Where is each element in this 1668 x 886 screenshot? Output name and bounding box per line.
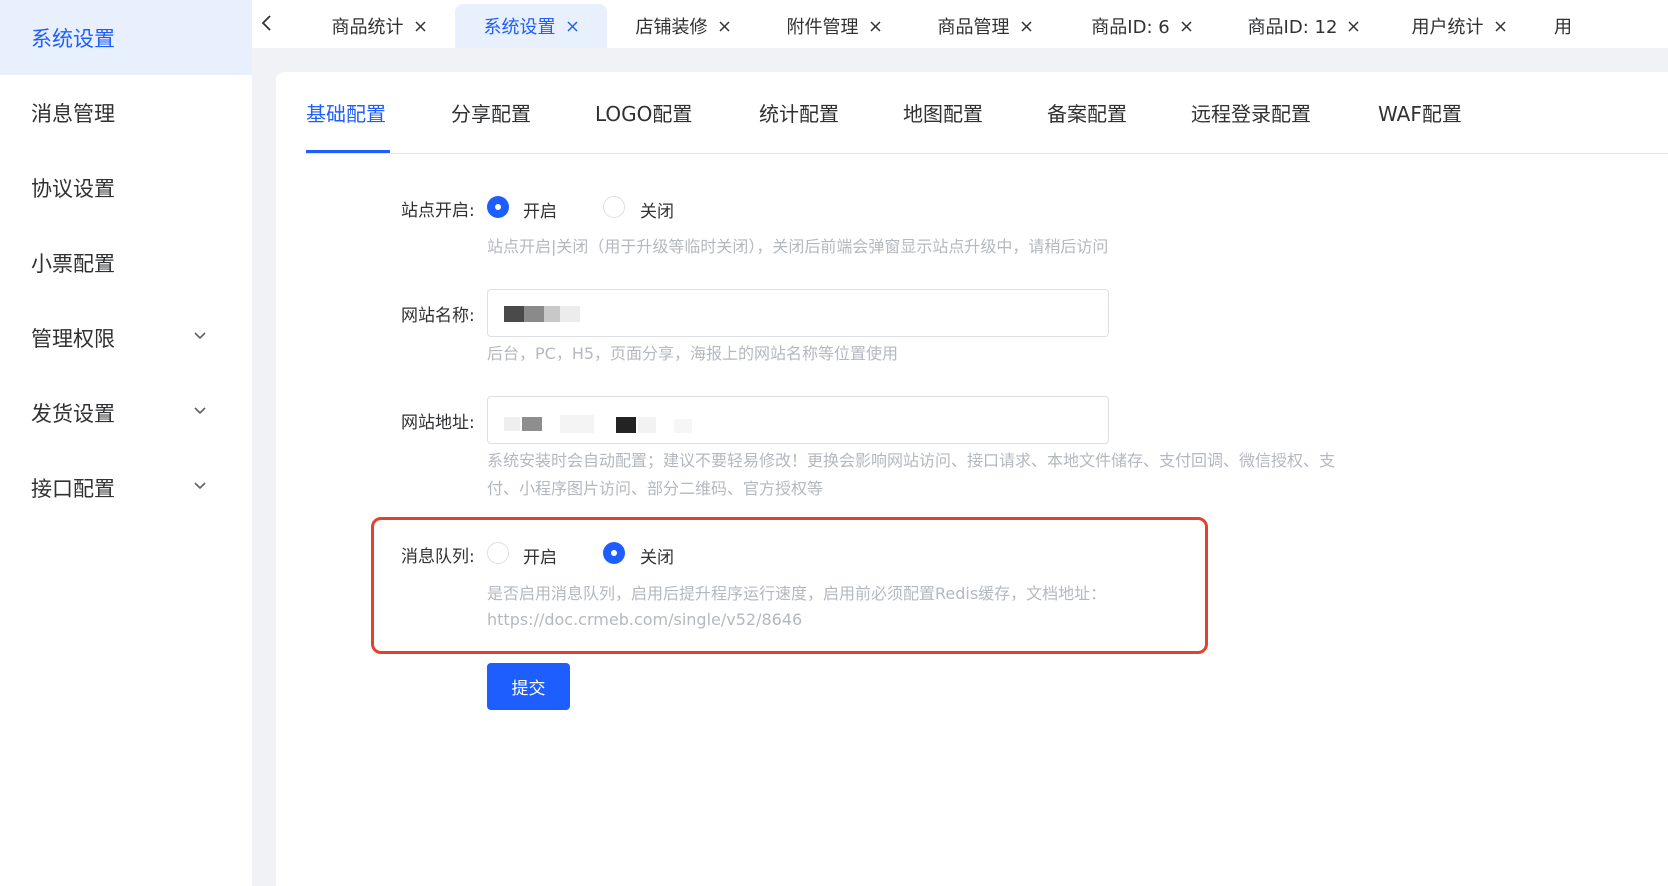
subtab-waf-config[interactable]: WAF配置 [1378,98,1462,138]
redacted-text [616,417,636,433]
chevron-down-icon [194,332,206,340]
site-url-label: 网站地址: [401,413,475,433]
redacted-text [504,306,524,322]
tab-label: 商品ID: 12 [1247,17,1338,38]
close-icon[interactable] [414,20,427,33]
redacted-text [560,415,594,433]
sidebar-item-label: 发货设置 [31,401,115,426]
site-name-label: 网站名称: [401,306,475,326]
subtab-icp-config[interactable]: 备案配置 [1047,98,1127,138]
tab-product-id-12[interactable]: 商品ID: 12 [1228,4,1380,48]
site-name-input[interactable] [487,289,1109,337]
sidebar-item-receipt-config[interactable]: 小票配置 [0,225,252,300]
message-queue-off-text[interactable]: 关闭 [640,543,674,568]
message-queue-label: 消息队列: [401,547,475,567]
redacted-text [524,306,544,322]
redacted-text [560,306,580,322]
message-queue-on-radio[interactable] [487,542,509,564]
tab-system-settings[interactable]: 系统设置 [455,4,607,48]
subtab-basic-config[interactable]: 基础配置 [306,98,386,138]
site-open-off-radio[interactable] [603,196,625,218]
site-open-hint: 站点开启|关闭（用于升级等临时关闭），关闭后前端会弹窗显示站点升级中，请稍后访问 [487,237,1109,256]
tab-label: 系统设置 [483,17,556,38]
tab-partial[interactable]: 用 [1554,4,1584,48]
site-open-off-text[interactable]: 关闭 [640,197,674,222]
tab-user-stats[interactable]: 用户统计 [1390,4,1528,48]
submit-button[interactable]: 提交 [487,663,570,710]
tab-label: 用 [1554,17,1572,38]
sidebar-item-api-config[interactable]: 接口配置 [0,450,252,525]
tab-label: 附件管理 [786,17,859,38]
subtab-map-config[interactable]: 地图配置 [903,98,983,138]
close-icon[interactable] [869,20,882,33]
tab-bar: 商品统计 系统设置 店铺装修 附件管理 商品管理 商品ID: 6 商品ID: 1… [252,0,1668,48]
sidebar-item-system-settings[interactable]: 系统设置 [0,0,252,75]
tab-label: 店铺装修 [635,17,708,38]
tab-attachment-management[interactable]: 附件管理 [765,4,903,48]
tab-label: 商品管理 [937,17,1010,38]
subtab-stats-config[interactable]: 统计配置 [759,98,839,138]
site-open-label: 站点开启: [401,201,475,221]
message-queue-hint-line1: 是否启用消息队列，启用后提升程序运行速度，启用前必须配置Redis缓存，文档地址… [487,584,1107,603]
close-icon[interactable] [718,20,731,33]
close-icon[interactable] [1180,20,1193,33]
close-icon[interactable] [1020,20,1033,33]
message-queue-on-text[interactable]: 开启 [523,543,557,568]
tab-divider [306,153,1668,154]
close-icon[interactable] [1347,20,1360,33]
redacted-text [638,417,656,433]
sidebar: 系统设置 消息管理 协议设置 小票配置 管理权限 发货设置 接口配置 [0,0,252,886]
tab-label: 商品ID: 6 [1091,17,1170,38]
redacted-text [522,417,542,431]
subtab-remote-login-config[interactable]: 远程登录配置 [1191,98,1311,138]
tab-store-decoration[interactable]: 店铺装修 [614,4,752,48]
subtab-logo-config[interactable]: LOGO配置 [595,98,692,138]
tab-product-management[interactable]: 商品管理 [916,4,1054,48]
sidebar-item-message-management[interactable]: 消息管理 [0,75,252,150]
sidebar-item-permissions[interactable]: 管理权限 [0,300,252,375]
sidebar-item-agreement-settings[interactable]: 协议设置 [0,150,252,225]
redacted-text [674,419,692,433]
message-queue-doc-link[interactable]: https://doc.crmeb.com/single/v52/8646 [487,606,802,633]
tab-label: 用户统计 [1411,17,1484,38]
close-icon[interactable] [1494,20,1507,33]
site-url-hint-line1: 系统安装时会自动配置；建议不要轻易修改！更换会影响网站访问、接口请求、本地文件储… [487,451,1336,470]
settings-card [276,72,1668,886]
site-open-on-radio[interactable] [487,196,509,218]
tab-product-id-6[interactable]: 商品ID: 6 [1070,4,1214,48]
sidebar-item-label: 系统设置 [31,26,115,51]
site-open-on-text[interactable]: 开启 [523,197,557,222]
chevron-down-icon [194,482,206,490]
sidebar-item-label: 管理权限 [31,326,115,351]
sidebar-item-label: 小票配置 [31,251,115,276]
site-url-hint-line2: 付、小程序图片访问、部分二维码、官方授权等 [487,479,824,498]
redacted-text [504,417,520,431]
sidebar-item-label: 协议设置 [31,176,115,201]
close-icon[interactable] [566,20,579,33]
site-name-hint: 后台，PC，H5，页面分享，海报上的网站名称等位置使用 [487,344,899,363]
tab-product-stats[interactable]: 商品统计 [310,4,448,48]
chevron-down-icon [194,407,206,415]
sidebar-item-label: 接口配置 [31,476,115,501]
redacted-text [544,306,560,322]
site-url-input[interactable] [487,396,1109,444]
tab-label: 商品统计 [331,17,404,38]
chevron-left-icon[interactable] [256,12,278,34]
subtab-share-config[interactable]: 分享配置 [451,98,531,138]
sidebar-item-shipping-settings[interactable]: 发货设置 [0,375,252,450]
sidebar-item-label: 消息管理 [31,101,115,126]
message-queue-off-radio[interactable] [603,542,625,564]
